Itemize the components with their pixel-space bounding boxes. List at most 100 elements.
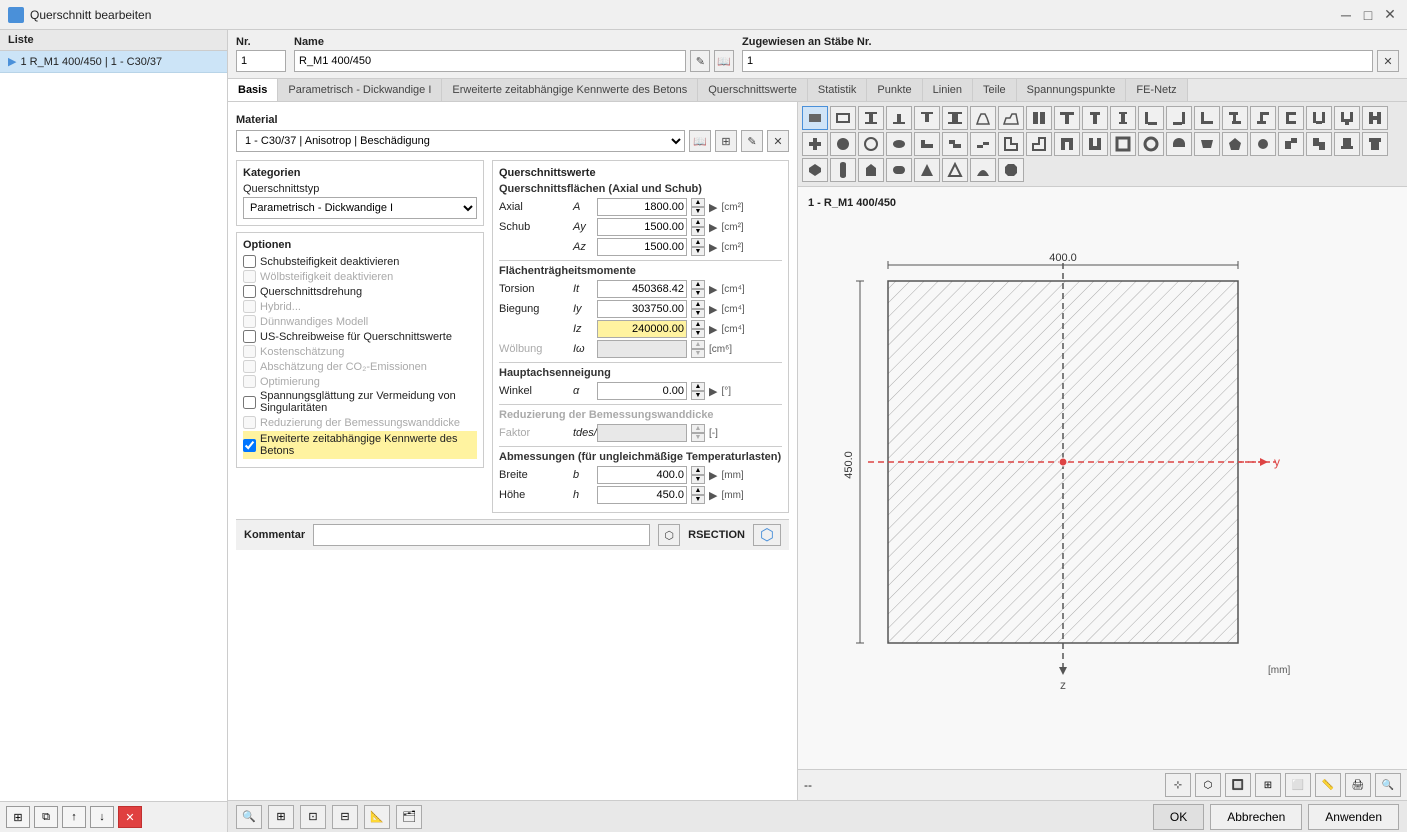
shape-r7[interactable] (830, 158, 856, 182)
biegung-spin-dn[interactable]: ▼ (691, 309, 705, 318)
shape-pipe[interactable] (1138, 132, 1164, 156)
book-btn[interactable]: 📖 (714, 50, 734, 72)
viz-zoom-in[interactable]: 🔲 (1225, 773, 1251, 797)
biegung-spin-up[interactable]: ▲ (691, 300, 705, 309)
tab-statistik[interactable]: Statistik (808, 79, 868, 101)
breite-input[interactable] (597, 466, 687, 484)
hoehe-input[interactable] (597, 486, 687, 504)
shape-r2[interactable] (1278, 132, 1304, 156)
tab-teile[interactable]: Teile (973, 79, 1017, 101)
shape-S-shape[interactable] (1250, 106, 1276, 130)
opt-schub-checkbox[interactable] (243, 255, 256, 268)
axial-input[interactable] (597, 198, 687, 216)
iz-spin-up[interactable]: ▲ (691, 320, 705, 329)
shape-bracket-L[interactable] (1138, 106, 1164, 130)
kommentar-input[interactable] (313, 524, 650, 546)
shape-pentagon[interactable] (1222, 132, 1248, 156)
shape-T-top[interactable] (1054, 106, 1080, 130)
opt-hybrid-checkbox[interactable] (243, 300, 256, 313)
sidebar-new-btn[interactable]: ⊞ (6, 806, 30, 828)
shape-r9[interactable] (886, 158, 912, 182)
shape-r4[interactable] (1334, 132, 1360, 156)
shape-T-top2[interactable] (1082, 106, 1108, 130)
shape-r6[interactable] (802, 158, 828, 182)
kommentar-expand-btn[interactable]: ⬡ (658, 524, 680, 546)
tab-linien[interactable]: Linien (923, 79, 973, 101)
opt-reduz-checkbox[interactable] (243, 416, 256, 429)
maximize-button[interactable]: □ (1359, 6, 1377, 24)
shape-H-shape[interactable] (1362, 106, 1388, 130)
tab-erweiterte[interactable]: Erweiterte zeitabhängige Kennwerte des B… (442, 79, 698, 101)
winkel-input[interactable] (597, 382, 687, 400)
shape-hex[interactable] (1250, 132, 1276, 156)
sidebar-up-btn[interactable]: ↑ (62, 806, 86, 828)
material-del-btn[interactable]: ✕ (767, 130, 789, 152)
qs-type-select[interactable]: Parametrisch - Dickwandige I (243, 197, 477, 219)
hoehe-spin-dn[interactable]: ▼ (691, 495, 705, 504)
shape-I-wide[interactable] (942, 106, 968, 130)
shape-cross2[interactable] (802, 132, 828, 156)
shape-Z-shape[interactable] (1222, 106, 1248, 130)
shape-corner[interactable] (998, 132, 1024, 156)
material-new-btn[interactable]: ⊞ (715, 130, 737, 152)
axial-spin-dn[interactable]: ▼ (691, 207, 705, 216)
axial-spin-up[interactable]: ▲ (691, 198, 705, 207)
sidebar-copy-btn[interactable]: ⧉ (34, 806, 58, 828)
tab-spannungspunkte[interactable]: Spannungspunkte (1017, 79, 1127, 101)
az-input[interactable] (597, 238, 687, 256)
opt-us-checkbox[interactable] (243, 330, 256, 343)
shape-r8[interactable] (858, 158, 884, 182)
breite-spin-up[interactable]: ▲ (691, 466, 705, 475)
woelb-spin-dn[interactable]: ▼ (691, 349, 705, 358)
shape-T-asym[interactable] (998, 106, 1024, 130)
shape-I-narrow[interactable] (1110, 106, 1136, 130)
shape-bracket-R[interactable] (1166, 106, 1192, 130)
sidebar-down-btn[interactable]: ↓ (90, 806, 114, 828)
viz-ruler-btn[interactable]: 📏 (1315, 773, 1341, 797)
schub-input[interactable] (597, 218, 687, 236)
woelb-input[interactable] (597, 340, 687, 358)
iz-input[interactable] (597, 320, 687, 338)
opt-duenn-checkbox[interactable] (243, 315, 256, 328)
shape-T-down[interactable] (886, 106, 912, 130)
shape-r10[interactable] (914, 158, 940, 182)
tab-querschnittswerte[interactable]: Querschnittswerte (698, 79, 808, 101)
shape-step-sm[interactable] (970, 132, 996, 156)
shape-box[interactable] (1110, 132, 1136, 156)
shape-corner2[interactable] (1026, 132, 1052, 156)
shape-oval[interactable] (886, 132, 912, 156)
shape-T4[interactable] (1082, 132, 1108, 156)
shape-trapez[interactable] (1194, 132, 1220, 156)
status-btn-6[interactable]: 🗂 (396, 805, 422, 829)
iz-spin-dn[interactable]: ▼ (691, 329, 705, 338)
winkel-spin-up[interactable]: ▲ (691, 382, 705, 391)
abbrechen-button[interactable]: Abbrechen (1210, 804, 1302, 830)
opt-qdrehung-checkbox[interactable] (243, 285, 256, 298)
minimize-button[interactable]: ─ (1337, 6, 1355, 24)
opt-kosten-checkbox[interactable] (243, 345, 256, 358)
name-input[interactable] (294, 50, 686, 72)
status-btn-5[interactable]: 📐 (364, 805, 390, 829)
schub-spin-dn[interactable]: ▼ (691, 227, 705, 236)
viz-fit-btn[interactable]: ⬜ (1285, 773, 1311, 797)
shape-half-circle[interactable] (1166, 132, 1192, 156)
woelb-spin-up[interactable]: ▲ (691, 340, 705, 349)
close-button[interactable]: ✕ (1381, 6, 1399, 24)
opt-woelb-checkbox[interactable] (243, 270, 256, 283)
tab-basis[interactable]: Basis (228, 79, 278, 101)
shape-L-flat[interactable] (914, 132, 940, 156)
shape-r3[interactable] (1306, 132, 1332, 156)
sidebar-delete-btn[interactable]: ✕ (118, 806, 142, 828)
viz-grid-btn[interactable]: ⊞ (1255, 773, 1281, 797)
opt-spann-checkbox[interactable] (243, 396, 256, 409)
opt-optim-checkbox[interactable] (243, 375, 256, 388)
az-spin-dn[interactable]: ▼ (691, 247, 705, 256)
shape-rect-outline[interactable] (830, 106, 856, 130)
material-select[interactable]: 1 - C30/37 | Anisotrop | Beschädigung (236, 130, 685, 152)
az-spin-up[interactable]: ▲ (691, 238, 705, 247)
status-btn-3[interactable]: ⊡ (300, 805, 326, 829)
opt-co2-checkbox[interactable] (243, 360, 256, 373)
biegung-input[interactable] (597, 300, 687, 318)
status-btn-4[interactable]: ⊟ (332, 805, 358, 829)
anwenden-button[interactable]: Anwenden (1308, 804, 1399, 830)
